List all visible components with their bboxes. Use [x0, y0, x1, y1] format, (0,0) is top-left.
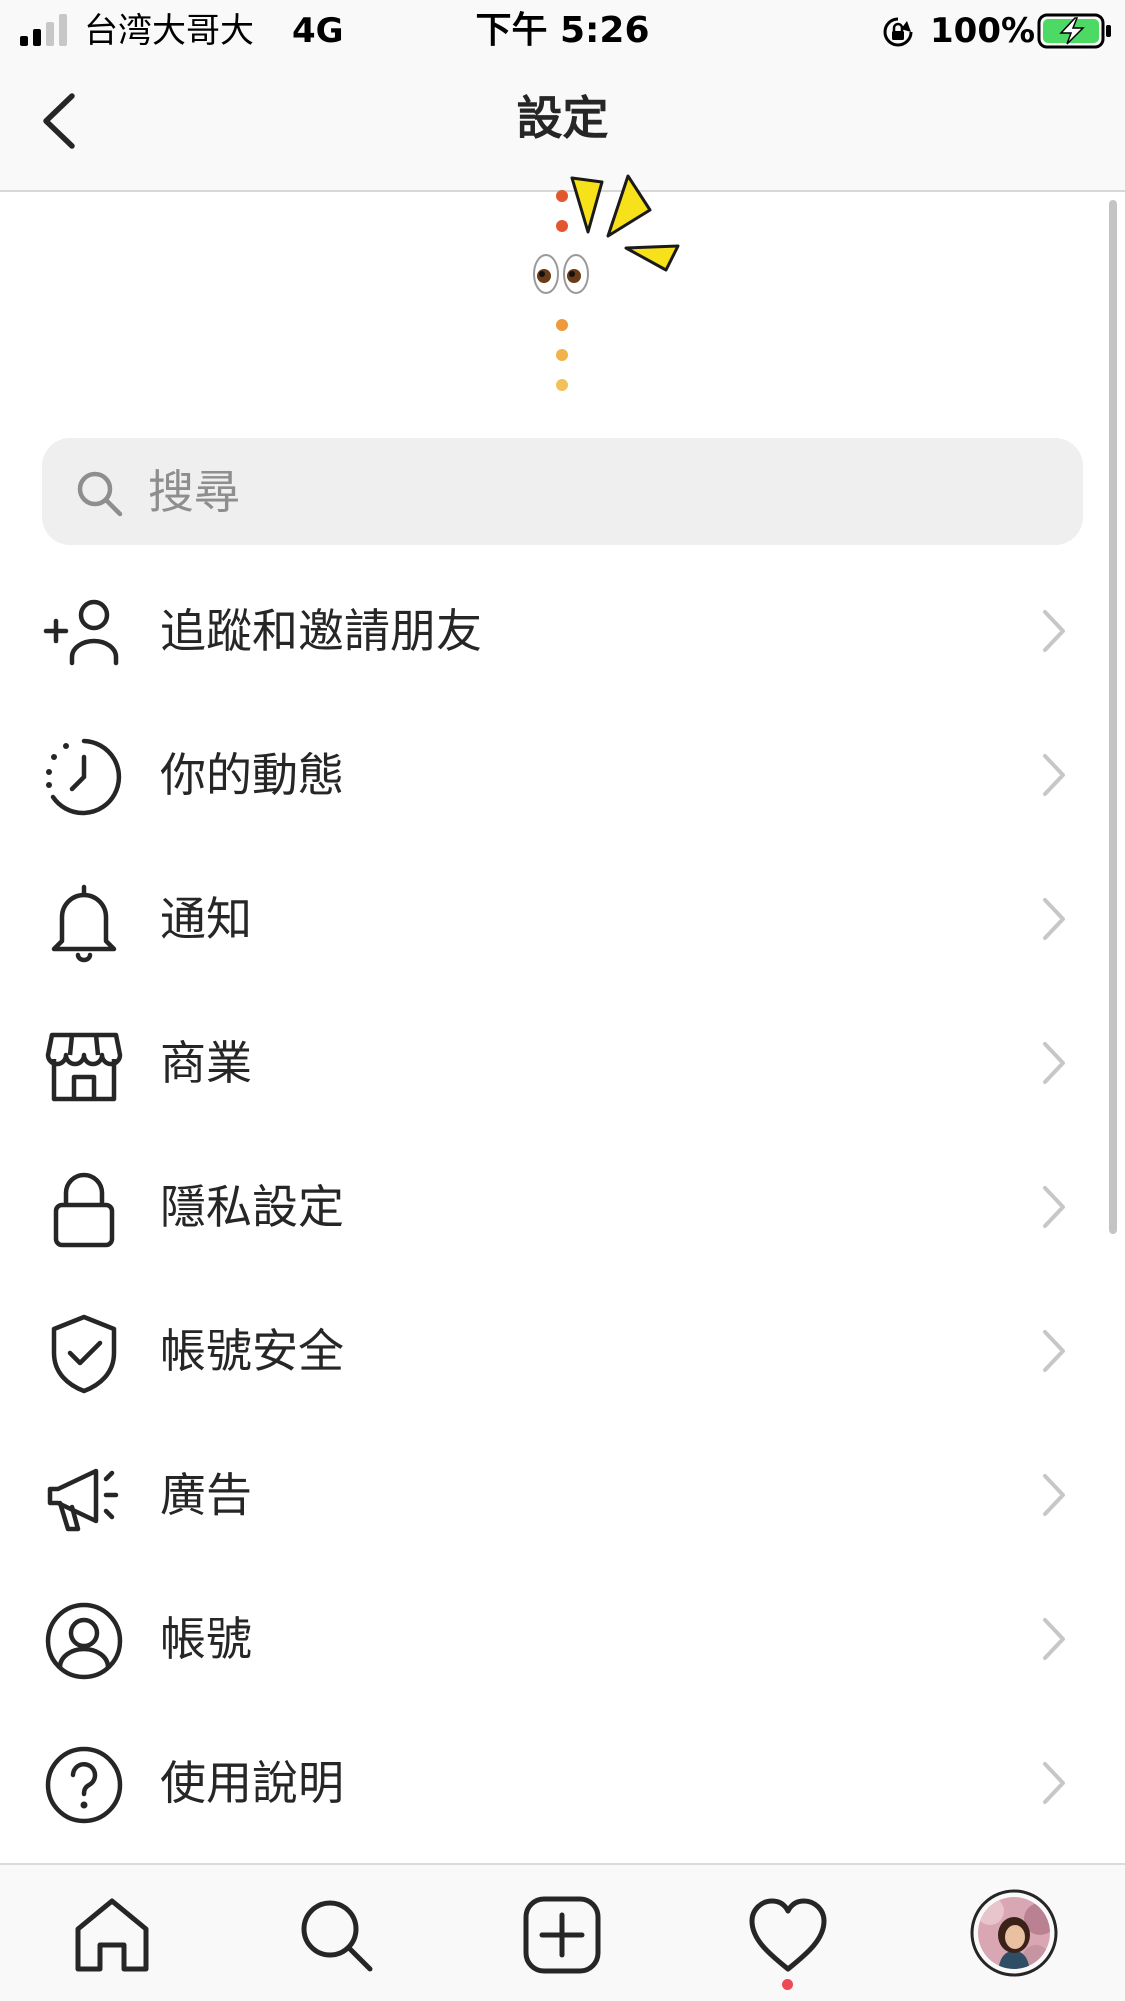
battery-percentage: 100% — [930, 11, 1036, 51]
bell-icon — [51, 884, 117, 963]
search-icon — [77, 471, 123, 517]
menu-item-privacy[interactable]: 隱私設定 — [0, 1131, 1125, 1275]
menu-item-notifications[interactable]: 通知 — [0, 843, 1125, 987]
lock-icon — [53, 1172, 115, 1248]
menu-item-account-security[interactable]: 帳號安全 — [0, 1275, 1125, 1419]
eyes-emoji-sticker — [533, 174, 680, 391]
plus-square-icon — [523, 1896, 601, 1974]
search-placeholder: 搜尋 — [148, 465, 240, 519]
shop-icon — [45, 1032, 123, 1102]
menu-item-label: 追蹤和邀請朋友 — [160, 604, 482, 658]
chevron-right-icon — [1043, 1042, 1065, 1084]
page-title: 設定 — [516, 91, 609, 145]
search-input[interactable]: 搜尋 — [42, 438, 1083, 545]
chevron-right-icon — [1043, 610, 1065, 652]
rotation-lock-icon — [883, 17, 913, 47]
tab-profile[interactable] — [970, 1889, 1058, 1977]
shield-check-icon — [51, 1314, 117, 1394]
battery-charging-icon — [1037, 13, 1111, 49]
chevron-right-icon — [1043, 1618, 1065, 1660]
help-circle-icon — [45, 1746, 123, 1824]
chevron-right-icon — [1043, 1762, 1065, 1804]
avatar — [978, 1897, 1050, 1969]
network-type: 4G — [292, 11, 344, 51]
clock: 下午 5:26 — [475, 10, 650, 51]
megaphone-icon — [47, 1468, 119, 1532]
menu-item-follow-invite-friends[interactable]: 追蹤和邀請朋友 — [0, 555, 1125, 699]
chevron-right-icon — [1043, 754, 1065, 796]
chevron-right-icon — [1043, 1186, 1065, 1228]
carrier-name: 台湾大哥大 — [84, 11, 254, 51]
signal-strength-icon — [20, 14, 67, 46]
menu-item-label: 通知 — [160, 892, 252, 946]
user-circle-icon — [45, 1602, 123, 1680]
menu-item-label: 帳號 — [160, 1612, 252, 1666]
chevron-right-icon — [1043, 1330, 1065, 1372]
menu-item-your-activity[interactable]: 你的動態 — [0, 699, 1125, 843]
menu-item-help[interactable]: 使用說明 — [0, 1707, 1125, 1851]
heart-icon — [749, 1898, 827, 1972]
menu-item-ads[interactable]: 廣告 — [0, 1419, 1125, 1563]
search-icon — [301, 1900, 373, 1972]
tab-activity[interactable] — [746, 1893, 830, 1977]
tab-bar — [0, 1863, 1125, 2001]
menu-item-label: 使用說明 — [160, 1756, 344, 1810]
settings-menu: 追蹤和邀請朋友 你的動態 通知 商業 隱私設定 帳號安全 廣告 帳號 使用說明 — [0, 555, 1125, 1851]
menu-item-label: 商業 — [160, 1036, 252, 1090]
menu-item-label: 廣告 — [160, 1468, 252, 1522]
menu-item-business[interactable]: 商業 — [0, 987, 1125, 1131]
tab-new-post[interactable] — [520, 1893, 604, 1977]
activity-notification-dot — [782, 1979, 793, 1990]
menu-item-label: 帳號安全 — [160, 1324, 344, 1378]
home-icon — [75, 1898, 149, 1972]
status-bar: 台湾大哥大 4G 下午 5:26 100% — [0, 0, 1125, 62]
tab-home[interactable] — [70, 1893, 154, 1977]
menu-item-label: 你的動態 — [160, 748, 344, 802]
add-person-icon — [43, 599, 119, 666]
activity-clock-icon — [46, 738, 122, 816]
chevron-right-icon — [1043, 898, 1065, 940]
chevron-right-icon — [1043, 1474, 1065, 1516]
menu-item-label: 隱私設定 — [160, 1180, 344, 1234]
tab-search[interactable] — [294, 1893, 378, 1977]
menu-item-account[interactable]: 帳號 — [0, 1563, 1125, 1707]
